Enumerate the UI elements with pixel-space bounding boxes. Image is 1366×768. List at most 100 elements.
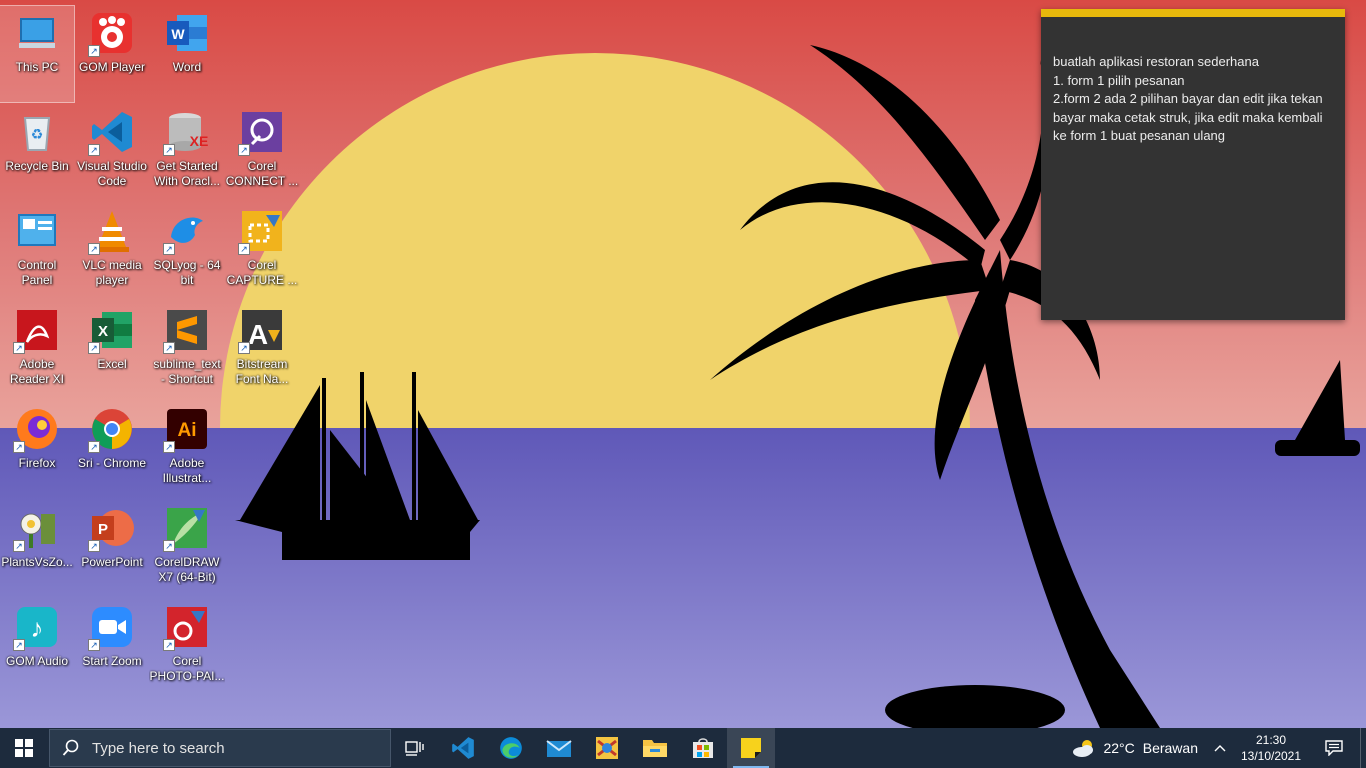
desktop-icon-sqlyog[interactable]: ↗ SQLyog - 64 bit <box>150 204 224 300</box>
windows-icon <box>15 739 33 757</box>
icon-label: Sri - Chrome <box>77 456 146 470</box>
weather-temperature: 22°C <box>1103 740 1135 756</box>
icon-label: Excel <box>97 357 127 371</box>
icon-label: sublime_text - Shortcut <box>153 357 221 386</box>
icon-label: GOM Audio <box>5 654 69 668</box>
plants-vs-zombies-icon: ↗ <box>13 504 61 552</box>
icon-label: Visual Studio Code <box>77 159 147 188</box>
edge-icon <box>500 737 522 759</box>
partly-cloudy-icon <box>1073 740 1094 757</box>
icon-label: Corel PHOTO-PAI... <box>149 654 225 683</box>
shortcut-arrow-icon: ↗ <box>88 342 100 354</box>
desktop-icon-corel-connect[interactable]: ↗ Corel CONNECT ... <box>225 105 299 201</box>
taskbar-search-box[interactable] <box>49 729 391 767</box>
desktop-icon-gom-audio[interactable]: ♪ ↗ GOM Audio <box>0 600 74 696</box>
icon-label: Start Zoom <box>82 654 142 668</box>
icon-label: Firefox <box>18 456 56 470</box>
desktop-icon-excel[interactable]: X ↗ Excel <box>75 303 149 399</box>
desktop-icon-word[interactable]: W Word <box>150 6 224 102</box>
desktop-icon-firefox[interactable]: ↗ Firefox <box>0 402 74 498</box>
clock-time: 21:30 <box>1255 733 1287 747</box>
desktop-icon-vscode[interactable]: ↗ Visual Studio Code <box>75 105 149 201</box>
sticky-note-title-bar[interactable] <box>1041 9 1345 17</box>
adobe-reader-icon: ↗ <box>13 306 61 354</box>
desktop-icon-oracle[interactable]: XE ↗ Get Started With Oracl... <box>150 105 224 201</box>
action-center-button[interactable] <box>1308 740 1360 756</box>
taskbar-clock[interactable]: 21:30 13/10/2021 <box>1234 732 1308 764</box>
chrome-icon: ↗ <box>88 405 136 453</box>
corel-connect-icon: ↗ <box>238 108 286 156</box>
taskbar-app-game[interactable] <box>583 728 631 768</box>
sticky-note-text[interactable]: buatlah aplikasi restoran sederhana 1. f… <box>1041 17 1345 146</box>
show-desktop-button[interactable] <box>1360 728 1366 768</box>
shortcut-arrow-icon: ↗ <box>88 144 100 156</box>
desktop-icon-gom-player[interactable]: ↗ GOM Player <box>75 6 149 102</box>
svg-text:X: X <box>98 323 108 340</box>
desktop-icon-illustrator[interactable]: Ai ↗ Adobe Illustrat... <box>150 402 224 498</box>
desktop-icon-recycle-bin[interactable]: ♻ Recycle Bin <box>0 105 74 201</box>
svg-text:Ai: Ai <box>178 420 197 441</box>
shortcut-arrow-icon: ↗ <box>163 540 175 552</box>
desktop-icon-plants-vs-zombies[interactable]: ↗ PlantsVsZo... <box>0 501 74 597</box>
illustrator-icon: Ai ↗ <box>163 405 211 453</box>
desktop-icon-this-pc[interactable]: This PC <box>0 5 75 103</box>
sublime-text-icon: ↗ <box>163 306 211 354</box>
desktop-icon-sublime-text[interactable]: ↗ sublime_text - Shortcut <box>150 303 224 399</box>
game-icon <box>596 737 618 759</box>
desktop-icon-corel-photo-paint[interactable]: ↗ Corel PHOTO-PAI... <box>150 600 224 696</box>
icon-label: CorelDRAW X7 (64-Bit) <box>154 555 220 584</box>
chevron-up-icon <box>1214 745 1226 752</box>
powerpoint-icon: P ↗ <box>88 504 136 552</box>
weather-condition: Berawan <box>1142 740 1198 756</box>
shortcut-arrow-icon: ↗ <box>13 639 25 651</box>
shortcut-arrow-icon: ↗ <box>13 540 25 552</box>
icon-label: PowerPoint <box>81 555 143 569</box>
corel-capture-icon: ↗ <box>238 207 286 255</box>
vscode-icon <box>452 737 474 759</box>
notification-icon <box>1325 740 1343 756</box>
desktop-icon-chrome[interactable]: ↗ Sri - Chrome <box>75 402 149 498</box>
desktop-icon-corel-capture[interactable]: ↗ Corel CAPTURE ... <box>225 204 299 300</box>
icon-label: Adobe Illustrat... <box>162 456 212 485</box>
svg-text:A: A <box>248 319 268 350</box>
desktop-icon-coreldraw[interactable]: ↗ CorelDRAW X7 (64-Bit) <box>150 501 224 597</box>
vlc-icon: ↗ <box>88 207 136 255</box>
icon-label: This PC <box>15 60 59 74</box>
weather-widget[interactable]: 22°C Berawan <box>1071 738 1198 758</box>
show-hidden-icons-button[interactable] <box>1206 744 1234 752</box>
coreldraw-icon: ↗ <box>163 504 211 552</box>
desktop-icon-zoom[interactable]: ↗ Start Zoom <box>75 600 149 696</box>
shortcut-arrow-icon: ↗ <box>88 540 100 552</box>
taskbar-app-sticky-notes[interactable] <box>727 728 775 768</box>
taskbar-app-mail[interactable] <box>535 728 583 768</box>
taskbar-app-file-explorer[interactable] <box>631 728 679 768</box>
icon-label: VLC media player <box>82 258 142 287</box>
taskbar-app-vscode[interactable] <box>439 728 487 768</box>
sticky-note[interactable]: buatlah aplikasi restoran sederhana 1. f… <box>1041 9 1345 320</box>
icon-label: Control Panel <box>17 258 57 287</box>
shortcut-arrow-icon: ↗ <box>88 639 100 651</box>
desktop-icon-bitstream-font[interactable]: A ↗ Bitstream Font Na... <box>225 303 299 399</box>
svg-text:W: W <box>171 26 185 42</box>
shortcut-arrow-icon: ↗ <box>88 441 100 453</box>
shortcut-arrow-icon: ↗ <box>238 342 250 354</box>
bitstream-font-icon: A ↗ <box>238 306 286 354</box>
task-view-button[interactable] <box>391 728 439 768</box>
taskbar-app-edge[interactable] <box>487 728 535 768</box>
desktop-icon-adobe-reader[interactable]: ↗ Adobe Reader XI <box>0 303 74 399</box>
desktop-icon-control-panel[interactable]: Control Panel <box>0 204 74 300</box>
taskbar-app-microsoft-store[interactable] <box>679 728 727 768</box>
icon-label: GOM Player <box>78 60 145 74</box>
desktop-icon-powerpoint[interactable]: P ↗ PowerPoint <box>75 501 149 597</box>
mail-icon <box>546 740 572 757</box>
shortcut-arrow-icon: ↗ <box>163 144 175 156</box>
search-input[interactable] <box>90 738 374 758</box>
shortcut-arrow-icon: ↗ <box>13 441 25 453</box>
gom-audio-icon: ♪ ↗ <box>13 603 61 651</box>
sticky-notes-icon <box>741 738 761 758</box>
start-button[interactable] <box>0 728 48 768</box>
shortcut-arrow-icon: ↗ <box>88 243 100 255</box>
shortcut-arrow-icon: ↗ <box>163 639 175 651</box>
word-icon: W <box>163 9 211 57</box>
desktop-icon-vlc[interactable]: ↗ VLC media player <box>75 204 149 300</box>
